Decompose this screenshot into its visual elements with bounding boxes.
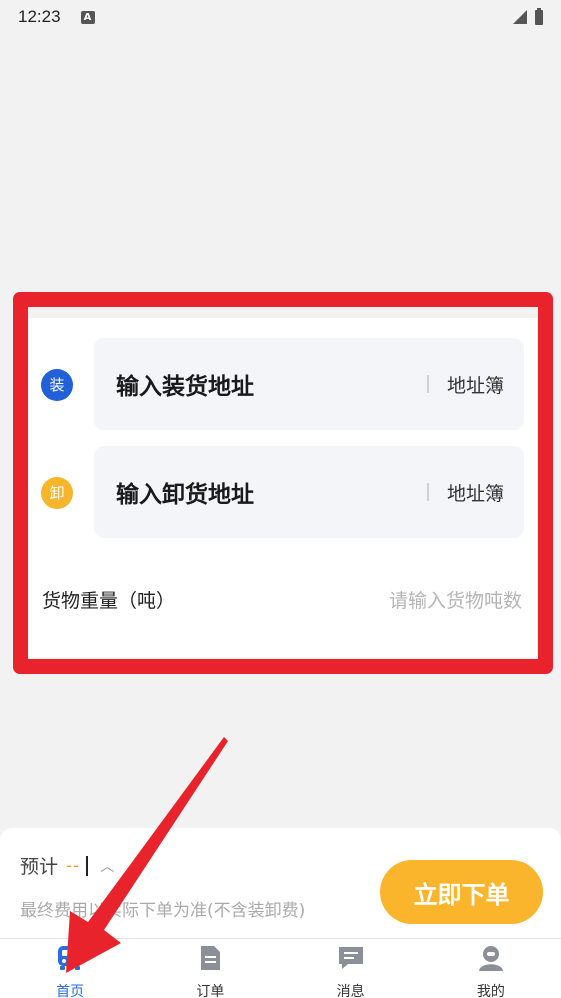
unload-address-book-link[interactable]: 地址簿 xyxy=(447,479,504,506)
cargo-weight-row: 货物重量（吨） 请输入货物吨数 xyxy=(42,584,522,614)
unload-address-placeholder[interactable]: 输入卸货地址 xyxy=(116,475,427,509)
document-icon xyxy=(195,943,225,973)
tab-orders[interactable]: 订单 xyxy=(140,939,280,998)
notification-icon: A xyxy=(80,10,95,24)
tab-label: 订单 xyxy=(196,984,225,998)
status-time: 12:23 xyxy=(18,7,61,26)
truck-icon xyxy=(55,943,85,973)
load-address-placeholder[interactable]: 输入装货地址 xyxy=(116,367,427,401)
place-order-button[interactable]: 立即下单 xyxy=(380,860,543,924)
cargo-weight-input[interactable]: 请输入货物吨数 xyxy=(389,586,522,613)
load-address-book-link[interactable]: 地址簿 xyxy=(447,371,504,398)
unload-badge: 卸 xyxy=(41,477,73,509)
tab-home[interactable]: 首页 xyxy=(0,939,140,998)
signal-icon xyxy=(513,10,527,24)
message-icon xyxy=(336,943,366,973)
text-cursor xyxy=(86,855,89,876)
load-address-input[interactable]: 输入装货地址 地址簿 xyxy=(94,338,524,430)
estimate-value: -- xyxy=(66,855,81,876)
cargo-weight-label: 货物重量（吨） xyxy=(42,589,176,612)
chevron-up-icon[interactable]: ︿ xyxy=(100,856,114,876)
bottom-tab-bar: 首页 订单 消息 我的 xyxy=(0,938,561,998)
battery-icon xyxy=(535,7,543,25)
estimate-label: 预计 xyxy=(20,856,59,878)
divider xyxy=(426,375,429,393)
load-address-row: 装 输入装货地址 地址簿 xyxy=(28,338,537,430)
tab-label: 消息 xyxy=(336,984,365,998)
status-bar: 12:23 A xyxy=(0,0,561,34)
estimate[interactable]: 预计 -- ︿ xyxy=(20,852,114,879)
fee-note: 最终费用以实际下单为准(不含装卸费) xyxy=(20,901,306,921)
divider xyxy=(426,483,429,501)
tab-label: 首页 xyxy=(56,984,85,998)
tab-messages[interactable]: 消息 xyxy=(281,939,421,998)
unload-address-input[interactable]: 输入卸货地址 地址簿 xyxy=(94,446,524,538)
tab-label: 我的 xyxy=(476,984,505,998)
unload-address-row: 卸 输入卸货地址 地址簿 xyxy=(28,446,537,538)
load-badge: 装 xyxy=(41,369,73,401)
tab-profile[interactable]: 我的 xyxy=(421,939,561,998)
order-form-card: 装 输入装货地址 地址簿 卸 输入卸货地址 地址簿 货物重量（吨） 请输入货物吨… xyxy=(28,318,537,658)
order-summary-panel: 预计 -- ︿ 最终费用以实际下单为准(不含装卸费) 立即下单 xyxy=(0,828,561,938)
person-icon xyxy=(476,943,506,973)
